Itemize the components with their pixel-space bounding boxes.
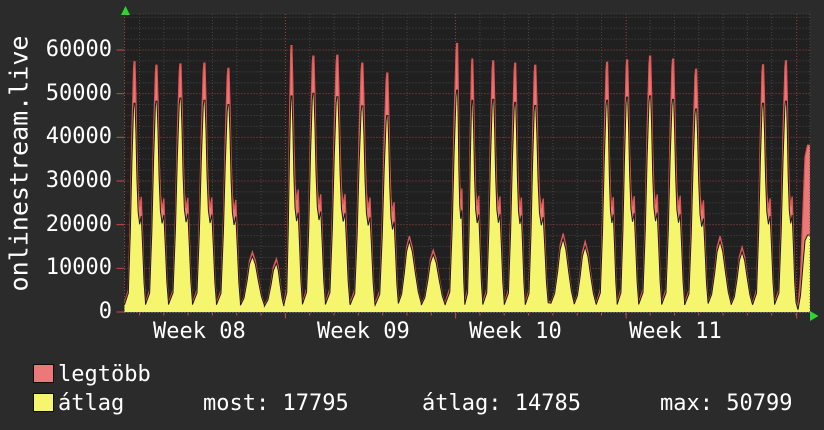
stat-most: most: 17795 — [203, 391, 349, 416]
y-axis-label: 60000 — [45, 36, 112, 62]
y-axis-label: 50000 — [45, 80, 112, 106]
y-axis-label: 10000 — [45, 255, 112, 281]
x-axis-label: Week 10 — [469, 319, 562, 344]
x-axis-label: Week 08 — [153, 319, 246, 344]
stat-atlag: átlag: 14785 — [422, 391, 581, 416]
y-axis-label: 20000 — [45, 211, 112, 237]
legend-label-legtobb: legtöbb — [58, 362, 151, 387]
x-axis-label: Week 09 — [317, 319, 410, 344]
legend-swatch-legtobb — [33, 364, 54, 383]
stat-max: max: 50799 — [660, 391, 793, 416]
rrd-graph-window: onlinestream.live 0 10000 20000 30000 40000 5… — [0, 0, 824, 430]
x-axis-label: Week 11 — [629, 319, 722, 344]
legend-swatch-atlag — [33, 393, 54, 412]
y-axis-label: 40000 — [45, 124, 112, 150]
legend-label-atlag: átlag — [58, 391, 125, 416]
y-axis-label: 30000 — [45, 167, 112, 193]
x-axis-arrow-icon — [810, 311, 819, 321]
y-axis-arrow-icon — [121, 6, 130, 15]
y-axis-label: 0 — [98, 299, 112, 324]
